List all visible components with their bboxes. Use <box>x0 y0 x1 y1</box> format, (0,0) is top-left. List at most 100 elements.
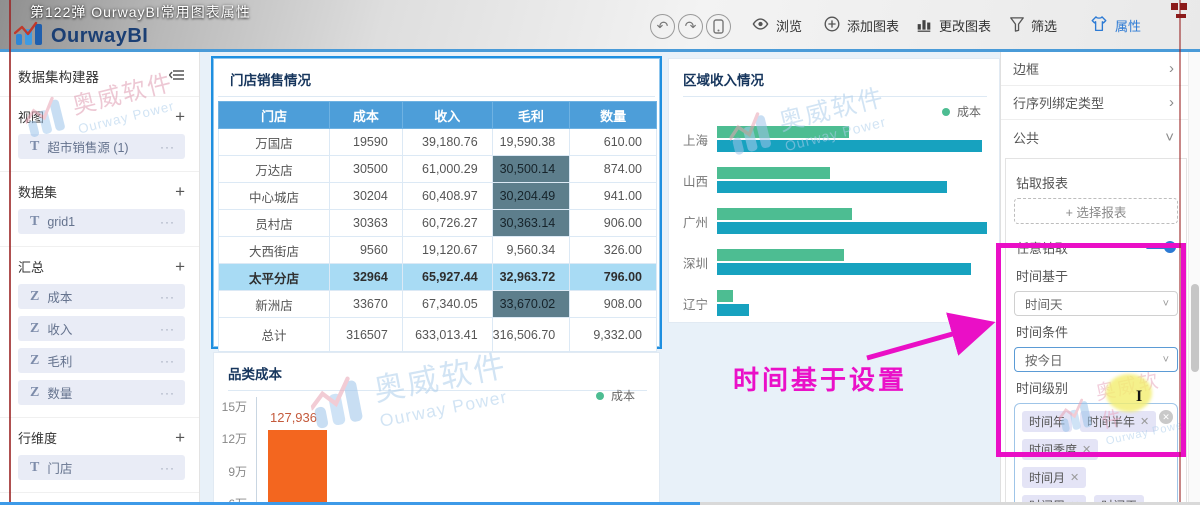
section-label: 汇总 <box>18 260 45 275</box>
field-more-button[interactable]: ··· <box>160 290 175 304</box>
field-more-button[interactable]: ··· <box>160 140 175 154</box>
table-total-row[interactable]: 总计 316507 633,013.41 316,506.70 9,332.00 <box>218 317 657 352</box>
table-cell: 61,000.29 <box>401 155 493 183</box>
table-cell: 大西街店 <box>218 236 330 264</box>
collapse-sidebar-icon[interactable] <box>168 69 185 84</box>
time-level-tagbox[interactable]: ✕ 时间年时间半年✕时间季度✕时间月✕时间周✕时间天 <box>1014 403 1178 505</box>
menu-item-属性[interactable]: 属性 <box>1090 16 1141 35</box>
remove-tag-icon[interactable]: ✕ <box>1082 443 1091 456</box>
common-section-row[interactable]: 公共 ˅ <box>1001 120 1188 154</box>
redo-icon[interactable]: ↷ <box>678 14 703 39</box>
category-label: 广州 <box>683 215 709 230</box>
any-drill-row: 任意钻取 <box>1016 234 1176 260</box>
select-report-button[interactable]: + 选择报表 <box>1014 198 1178 224</box>
field-item-成本[interactable]: Z 成本 ··· <box>18 284 185 309</box>
select-value: 时间天 <box>1025 298 1063 312</box>
field-more-button[interactable]: ··· <box>160 354 175 368</box>
field-more-button[interactable]: ··· <box>160 461 175 475</box>
mobile-preview-icon[interactable] <box>706 14 731 39</box>
remove-tag-icon[interactable]: ✕ <box>1140 415 1149 428</box>
menu-item-浏览[interactable]: 浏览 <box>752 16 802 35</box>
store-sales-table-panel[interactable]: 门店销售情况 门店 成本 收入 毛利 数量 万国店 19590 39,180.76 19,59… <box>213 58 660 352</box>
tag-label: 时间半年 <box>1087 415 1136 429</box>
bar-成本[interactable] <box>717 208 852 220</box>
filter-icon <box>1010 16 1024 35</box>
annotation-callout-text: 时间基于设置 <box>733 366 908 395</box>
bar-成本[interactable] <box>717 126 850 138</box>
app-logo: OurwayBI <box>13 21 148 52</box>
add-field-button[interactable]: + <box>175 183 185 200</box>
field-item-门店[interactable]: T 门店 ··· <box>18 455 185 480</box>
table-cell: 32,963.72 <box>491 263 571 291</box>
table-row[interactable]: 中心城店 30204 60,408.97 30,204.49 941.00 <box>218 182 657 210</box>
remove-tag-icon[interactable]: ✕ <box>1070 471 1079 484</box>
cost-bar[interactable] <box>268 430 327 505</box>
field-more-button[interactable]: ··· <box>160 386 175 400</box>
table-row[interactable]: 太平分店 32964 65,927.44 32,963.72 796.00 <box>218 263 657 291</box>
bar-pair <box>717 247 987 277</box>
time-based-select[interactable]: 时间天 ˅ <box>1014 291 1178 316</box>
section-header: 视图 + <box>18 107 185 126</box>
row-series-binding-row[interactable]: 行序列绑定类型 › <box>1001 86 1188 120</box>
border-settings-row[interactable]: 边框 › <box>1001 52 1188 86</box>
annotation-arrow <box>866 312 996 361</box>
column-header: 数量 <box>569 101 657 129</box>
bar-成本[interactable] <box>717 167 831 179</box>
bar-pair <box>717 206 987 236</box>
any-drill-toggle[interactable] <box>1146 240 1176 254</box>
add-field-button[interactable]: + <box>175 108 185 125</box>
bar-revenue[interactable] <box>717 181 947 193</box>
table-cell: 874.00 <box>569 155 657 183</box>
category-cost-chart-panel[interactable]: 品类成本 成本 15万 12万 9万 6万 127,936 <box>213 352 660 505</box>
column-header: 门店 <box>218 101 330 129</box>
clear-tags-icon[interactable]: ✕ <box>1159 410 1173 424</box>
field-item-收入[interactable]: Z 收入 ··· <box>18 316 185 341</box>
field-more-button[interactable]: ··· <box>160 215 175 229</box>
table-cell: 19,120.67 <box>401 236 493 264</box>
time-level-tag-时间半年: 时间半年 ✕ <box>1080 411 1157 432</box>
bar-revenue[interactable] <box>717 140 982 152</box>
field-item-grid1[interactable]: Tgrid1 ··· <box>18 209 185 234</box>
add-chart-icon <box>824 16 840 35</box>
sidebar-section-汇总: 汇总 + Z 成本 ··· Z 收入 ··· Z 毛利 ··· Z 数量 ··· <box>0 247 199 418</box>
select-value: 按今日 <box>1025 354 1063 368</box>
table-cell: 67,340.05 <box>401 290 493 318</box>
menu-item-更改图表[interactable]: 更改图表 <box>916 16 991 35</box>
field-more-button[interactable]: ··· <box>160 322 175 336</box>
field-item-毛利[interactable]: Z 毛利 ··· <box>18 348 185 373</box>
bar-revenue[interactable] <box>717 222 987 234</box>
field-item-超市销售源 (1)[interactable]: T 超市销售源 (1) ··· <box>18 134 185 159</box>
category-label: 上海 <box>683 133 709 148</box>
field-label: 超市销售源 (1) <box>47 141 129 155</box>
add-field-button[interactable]: + <box>175 429 185 446</box>
bar-revenue[interactable] <box>717 263 971 275</box>
table-row[interactable]: 员村店 30363 60,726.27 30,363.14 906.00 <box>218 209 657 237</box>
bar-group-山西: 山西 <box>683 165 987 195</box>
menu-item-label: 添加图表 <box>847 19 900 34</box>
table-row[interactable]: 新洲店 33670 67,340.05 33,670.02 908.00 <box>218 290 657 318</box>
panel-title: 品类成本 <box>228 367 282 382</box>
bar-revenue[interactable] <box>717 304 750 316</box>
add-field-button[interactable]: + <box>175 258 185 275</box>
table-cell: 9,332.00 <box>569 317 657 352</box>
field-item-数量[interactable]: Z 数量 ··· <box>18 380 185 405</box>
undo-icon[interactable]: ↶ <box>650 14 675 39</box>
scrollbar-thumb[interactable] <box>1191 284 1199 372</box>
time-condition-select[interactable]: 按今日 ˅ <box>1014 347 1178 372</box>
cursor-highlight-blob <box>1106 374 1152 412</box>
table-cell: 39,180.76 <box>401 128 493 156</box>
table-cell: 33,670.02 <box>491 290 571 318</box>
table-cell: 太平分店 <box>218 263 330 291</box>
bar-pair <box>717 124 987 154</box>
table-cell: 30204 <box>328 182 403 210</box>
table-row[interactable]: 万国店 19590 39,180.76 19,590.38 610.00 <box>218 128 657 156</box>
table-cell: 906.00 <box>569 209 657 237</box>
bar-成本[interactable] <box>717 290 734 302</box>
section-label: 视图 <box>18 110 45 125</box>
table-row[interactable]: 万达店 30500 61,000.29 30,500.14 874.00 <box>218 155 657 183</box>
table-row[interactable]: 大西街店 9560 19,120.67 9,560.34 326.00 <box>218 236 657 264</box>
menu-item-筛选[interactable]: 筛选 <box>1010 16 1057 35</box>
region-revenue-chart-panel[interactable]: 区域收入情况 成本 上海 山西 广州 深圳 辽宁 <box>668 58 1000 323</box>
bar-成本[interactable] <box>717 249 844 261</box>
menu-item-添加图表[interactable]: 添加图表 <box>824 16 899 35</box>
